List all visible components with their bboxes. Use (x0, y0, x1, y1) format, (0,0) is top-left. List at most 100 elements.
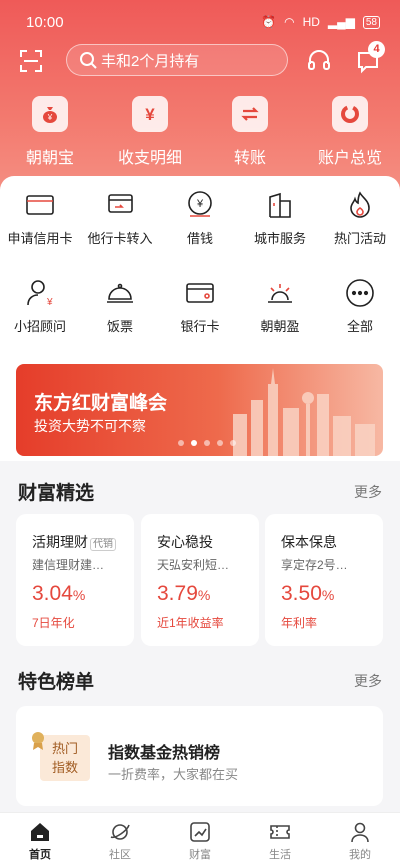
borrow-money-icon: ¥ (188, 191, 212, 217)
carousel-dots (178, 440, 236, 446)
credit-card-icon (26, 195, 54, 215)
service-apply-credit-card[interactable]: 申请信用卡 (0, 190, 80, 247)
customer-service-icon[interactable] (306, 48, 332, 74)
service-label: 小招顾问 (13, 319, 66, 334)
planet-icon (110, 824, 130, 840)
product-name: 安心稳投 (157, 534, 213, 550)
service-label: 他行卡转入 (87, 231, 153, 246)
quick-action-label: 朝朝宝 (25, 150, 74, 167)
service-all[interactable]: 全部 (320, 278, 400, 335)
service-label: 银行卡 (180, 319, 220, 334)
quick-actions: ¥ 朝朝宝 ¥ 收支明细 转账 账户总览 (0, 96, 400, 168)
search-placeholder: 丰和2个月持有 (101, 52, 200, 70)
tab-home[interactable]: 首页 (0, 813, 80, 868)
product-name: 活期理财 (32, 534, 88, 550)
rate-unit: % (72, 587, 86, 603)
service-label: 热门活动 (333, 231, 386, 246)
transfer-icon (232, 96, 268, 132)
donut-chart-icon (332, 96, 368, 132)
tab-wealth[interactable]: 财富 (160, 813, 240, 868)
status-time: 10:00 (26, 14, 64, 31)
svg-text:¥: ¥ (46, 297, 53, 308)
alarm-icon: ⏰ (261, 15, 277, 29)
svg-text:¥: ¥ (196, 198, 204, 210)
rate-unit: % (197, 587, 211, 603)
rate-label: 近1年收益率 (157, 616, 224, 630)
service-advisor[interactable]: ¥ 小招顾问 (0, 278, 80, 335)
rate-label: 7日年化 (32, 616, 75, 630)
signal-icon: ▂▄▆ (327, 15, 355, 29)
wealth-card-current[interactable]: 活期理财 代销 建信理财建… 3.04% 7日年化 (16, 514, 134, 646)
quick-action-label: 收支明细 (117, 150, 182, 167)
wealth-card-guaranteed[interactable]: 保本保息 享定存2号… 3.50% 年利率 (265, 514, 383, 646)
wealth-more-link[interactable]: 更多 (354, 482, 382, 502)
skyline-illustration (233, 368, 375, 456)
home-icon (31, 823, 49, 841)
banner-title: 东方红财富峰会 (34, 393, 168, 414)
service-label: 饭票 (106, 319, 133, 334)
yuan-icon: ¥ (132, 96, 168, 132)
quick-action-account-overview[interactable]: 账户总览 (300, 96, 400, 168)
product-rate: 3.04% (32, 582, 85, 606)
bottom-tab-bar: 首页 社区 财富 生活 我的 (0, 812, 400, 868)
quick-action-transactions[interactable]: ¥ 收支明细 (100, 96, 200, 168)
quick-action-zhaozhaobao[interactable]: ¥ 朝朝宝 (0, 96, 100, 168)
service-label: 朝朝盈 (260, 319, 300, 334)
trend-chart-icon (190, 822, 210, 842)
quick-action-label: 账户总览 (317, 150, 382, 167)
tab-community[interactable]: 社区 (80, 813, 160, 868)
tab-mine[interactable]: 我的 (320, 813, 400, 868)
ticket-icon (270, 825, 290, 839)
city-building-icon (269, 192, 291, 218)
carousel-dot (204, 440, 210, 446)
carousel-dot-active (191, 440, 197, 446)
ranking-more-link[interactable]: 更多 (354, 671, 382, 691)
person-icon (351, 822, 369, 843)
sunrise-icon (268, 284, 292, 303)
status-icons: ⏰ ◠ HD ▂▄▆ 58 (261, 15, 380, 29)
ranking-card[interactable]: 热门 指数 指数基金热销榜 一折费率，大家都在买 (16, 706, 383, 806)
tab-life[interactable]: 生活 (240, 813, 320, 868)
money-bag-icon: ¥ (32, 96, 68, 132)
rate-label: 年利率 (281, 616, 318, 630)
wealth-section-title: 财富精选 (18, 483, 95, 504)
service-label: 申请信用卡 (7, 231, 73, 246)
status-bar: 10:00 ⏰ ◠ HD ▂▄▆ 58 (0, 0, 400, 46)
tab-label: 财富 (189, 849, 211, 861)
flame-icon (350, 191, 370, 218)
service-meal-ticket[interactable]: 饭票 (80, 278, 160, 335)
service-city[interactable]: 城市服务 (240, 190, 320, 247)
service-hot-activities[interactable]: 热门活动 (320, 190, 400, 247)
ranking-item-subtitle: 一折费率，大家都在买 (108, 767, 239, 782)
quick-action-transfer[interactable]: 转账 (200, 96, 300, 168)
service-label: 全部 (346, 319, 373, 334)
hot-index-badge: 热门 指数 (40, 735, 90, 781)
card-transfer-in-icon (108, 194, 133, 213)
wealth-card-stable[interactable]: 安心稳投 天弘安利短… 3.79% 近1年收益率 (141, 514, 259, 646)
advisor-icon: ¥ (27, 280, 53, 308)
svg-text:¥: ¥ (145, 105, 155, 124)
product-rate: 3.79% (157, 582, 210, 606)
meal-cloche-icon (107, 283, 133, 303)
search-icon (80, 52, 97, 69)
product-issuer: 建信理财建… (32, 558, 105, 572)
service-bank-card[interactable]: 银行卡 (160, 278, 240, 335)
service-zhaozhaoying[interactable]: 朝朝盈 (240, 278, 320, 335)
rate-value: 3.79 (157, 582, 198, 605)
service-label: 城市服务 (253, 231, 306, 246)
promo-banner[interactable]: 东方红财富峰会 投资大势不可不察 (16, 364, 383, 456)
message-count-badge: 4 (368, 41, 385, 58)
bank-card-icon (186, 283, 214, 303)
quick-action-label: 转账 (233, 150, 266, 167)
battery-indicator: 58 (362, 15, 380, 29)
rate-unit: % (321, 587, 335, 603)
scan-icon[interactable] (20, 50, 42, 72)
product-name: 保本保息 (281, 534, 337, 550)
service-card-transfer-in[interactable]: 他行卡转入 (80, 190, 160, 247)
service-borrow[interactable]: ¥ 借钱 (160, 190, 240, 247)
product-rate: 3.50% (281, 582, 334, 606)
ranking-section-title: 特色榜单 (18, 672, 95, 693)
search-bar[interactable]: 丰和2个月持有 (66, 44, 288, 76)
rate-value: 3.50 (281, 582, 322, 605)
badge-line-1: 热门 (51, 741, 78, 756)
